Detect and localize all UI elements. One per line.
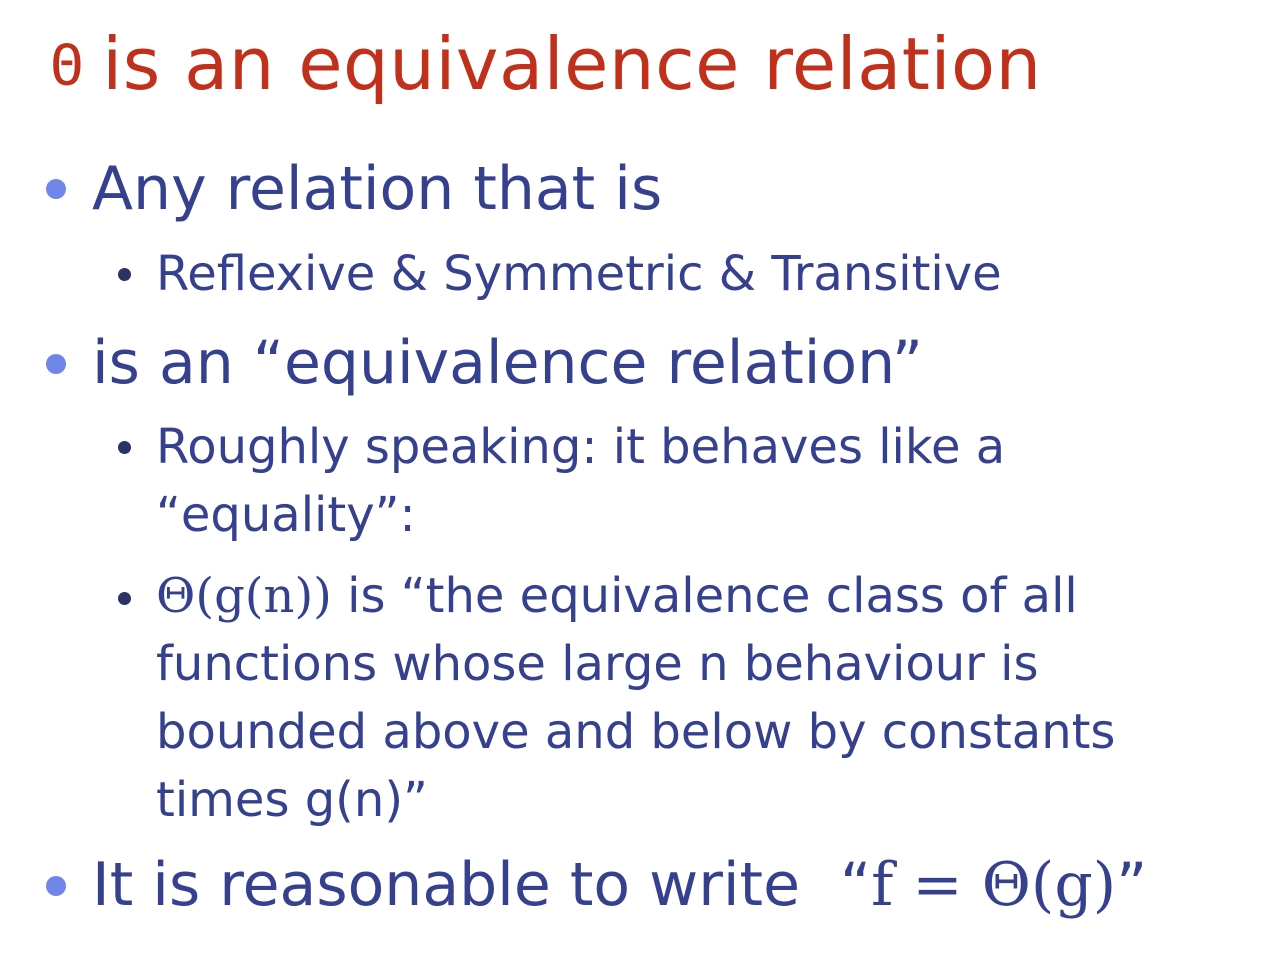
- bullet-reflexive-symmetric-transitive: Reflexive & Symmetric & Transitive: [156, 246, 1002, 302]
- slide: Θis an equivalence relation Any relation…: [0, 0, 1274, 966]
- bullet-dot-level2: [118, 441, 131, 454]
- bullet-dot-level1: [46, 179, 66, 199]
- bullet-text: It is reasonable to write: [92, 850, 800, 920]
- formula-close-quote: ”: [1116, 850, 1148, 920]
- bullet-line: functions whose large n behaviour is: [156, 636, 1039, 692]
- formula-open-quote: “: [840, 850, 872, 920]
- bullet-roughly-speaking: Roughly speaking: it behaves like a “equ…: [156, 413, 1005, 549]
- bullet-line-text: is “the equivalence class of all: [331, 568, 1078, 624]
- bullet-theta-equivalence-class: Θ(g(n)) is “the equivalence class of all…: [156, 562, 1115, 834]
- bullet-line: times g(n)”: [156, 772, 428, 828]
- bullet-dot-level1: [46, 354, 66, 374]
- bullet-line: bounded above and below by constants: [156, 704, 1116, 760]
- title-text: is an equivalence relation: [102, 22, 1042, 106]
- bullet-line: “equality”:: [156, 487, 416, 543]
- math-theta-g-n: Θ(g(n)): [156, 568, 332, 624]
- title-theta-symbol: Θ: [50, 34, 85, 99]
- bullet-line: Θ(g(n)) is “the equivalence class of all: [156, 562, 1115, 630]
- slide-title: Θis an equivalence relation: [50, 22, 1042, 113]
- bullet-dot-level2: [118, 592, 131, 605]
- bullet-dot-level2: [118, 268, 131, 281]
- bullet-dot-level1: [46, 876, 66, 896]
- bullet-line: Roughly speaking: it behaves like a: [156, 419, 1006, 475]
- bullet-equivalence-relation: is an “equivalence relation”: [92, 328, 923, 398]
- bullet-any-relation: Any relation that is: [92, 154, 663, 224]
- math-f-equals-theta-g: f = Θ(g): [871, 850, 1117, 920]
- bullet-reasonable-to-write: It is reasonable to write “f = Θ(g)”: [92, 850, 1147, 920]
